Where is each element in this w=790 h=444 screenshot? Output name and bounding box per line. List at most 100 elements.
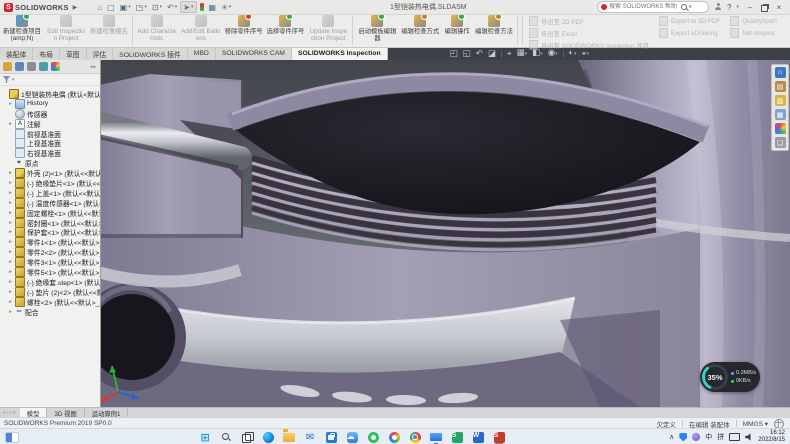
tree-item[interactable]: ▸外壳 (2)<1> (默认<<默认>_显示状 — [0, 168, 100, 178]
new-document-button[interactable]: ▢ — [105, 1, 117, 13]
zoom-area-icon[interactable]: ◱ — [463, 47, 471, 60]
units-selector[interactable]: MMGS ▾ — [743, 420, 768, 428]
volume-icon[interactable] — [745, 433, 753, 441]
expand-arrow-icon[interactable]: ▸ — [8, 239, 13, 245]
store-icon[interactable] — [325, 431, 337, 443]
expand-arrow-icon[interactable]: ▸ — [8, 220, 13, 226]
new-inspection-project-button[interactable]: 新建检查项目 (amp;N) — [0, 14, 44, 47]
logo-menu-arrow[interactable]: ▶ — [73, 4, 78, 11]
edit-inspection-method-button[interactable]: 编辑检查方法 — [473, 14, 515, 47]
network-icon[interactable] — [729, 433, 740, 441]
tab-solidworks-inspection[interactable]: SOLIDWORKS Inspection — [292, 47, 388, 60]
view-orientation-icon[interactable]: ▦▾ — [517, 46, 528, 61]
launch-template-editor-button[interactable]: 启动模板编辑器 — [355, 14, 399, 47]
expand-arrow-icon[interactable]: ▸ — [8, 170, 13, 176]
task-view-button[interactable] — [241, 431, 253, 443]
undo-button[interactable]: ↶▾ — [165, 1, 179, 13]
property-manager-tab[interactable] — [15, 62, 24, 71]
select-button[interactable]: ➤▾ — [180, 1, 196, 13]
expand-arrow-icon[interactable]: ▸ — [8, 229, 13, 235]
mail-icon[interactable]: ✉ — [304, 431, 316, 443]
viewport-3d-model[interactable] — [0, 60, 790, 407]
tree-item[interactable]: ▸(-) 绝缘垫片<1> (默认<<默认>_显 — [0, 178, 100, 188]
tree-item[interactable]: ▸密封圈<1> (默认<<默认>_显示状 — [0, 218, 100, 228]
tree-item[interactable]: ▸螺栓<2> (默认<<默认>_显示状态 — [0, 297, 100, 307]
tree-item[interactable]: ▸零件3<1> (默认<<默认>_显示状态 — [0, 257, 100, 267]
expand-arrow-icon[interactable]: ▸ — [8, 269, 13, 275]
tree-item[interactable]: ▸固定螺栓<1> (默认<<默认>_显示 — [0, 208, 100, 218]
select-balloons-button[interactable]: 选择零件序号 — [265, 14, 307, 47]
expand-arrow-icon[interactable]: ▸ — [8, 190, 13, 196]
section-view-icon[interactable]: ◪ — [488, 47, 496, 60]
expand-arrow-icon[interactable]: ▸ — [8, 289, 13, 295]
custom-properties-icon[interactable]: ❏ — [775, 137, 786, 148]
tree-root-item[interactable]: 1型铠装热电偶 (默认<默认_显示状态-1 — [0, 89, 100, 99]
taskbar-clock[interactable]: 16:12 2022/8/15 — [758, 430, 785, 444]
options-button[interactable]: ✳▾ — [219, 1, 233, 13]
tree-item[interactable]: ▸(-) 绝缘套.step<1> (默认<<默认> — [0, 277, 100, 287]
ime-language-indicator[interactable]: 中 — [705, 432, 712, 442]
display-settings-button[interactable]: ▦ — [207, 1, 219, 13]
tree-item[interactable]: ▸History — [0, 99, 100, 109]
expand-arrow-icon[interactable]: ▸ — [8, 180, 13, 186]
dimxpert-manager-tab[interactable] — [39, 62, 48, 71]
rebuild-button[interactable] — [198, 1, 206, 13]
tree-item[interactable]: ▸零件5<1> (默认<<默认>_显示状态 — [0, 267, 100, 277]
remove-balloons-button[interactable]: 移除零件序号 — [223, 14, 265, 47]
tree-item[interactable]: ▸零件2<2> (默认<<默认>_显示状态 — [0, 247, 100, 257]
close-button[interactable]: × — [773, 3, 785, 12]
tree-item[interactable]: 前视基准面 — [0, 129, 100, 139]
display-manager-tab[interactable] — [51, 62, 60, 71]
tab-评估[interactable]: 评估 — [87, 47, 114, 60]
tree-item[interactable]: ⌖原点 — [0, 158, 100, 168]
search-input[interactable] — [609, 3, 679, 11]
start-button[interactable]: ⊞ — [199, 431, 211, 443]
weather-app-icon[interactable]: ☁ — [346, 431, 358, 443]
word-app-icon[interactable]: W — [472, 431, 484, 443]
tree-item[interactable]: ▸(-) 温度传感器<1> (默认<<默认>_ — [0, 198, 100, 208]
language-globe-icon[interactable] — [774, 419, 784, 429]
filter-dropdown-icon[interactable]: ▾ — [12, 77, 15, 83]
save-button[interactable]: ◳▾ — [134, 1, 149, 13]
widgets-icon[interactable] — [5, 432, 19, 443]
remote-monitor-app-icon[interactable] — [430, 431, 442, 443]
tree-item[interactable]: ▸∞配合 — [0, 307, 100, 317]
search-icon[interactable] — [681, 4, 687, 10]
feature-manager-tab[interactable] — [3, 62, 12, 71]
expand-arrow-icon[interactable]: ▸ — [8, 101, 13, 107]
tray-app-icon[interactable] — [692, 433, 700, 441]
search-button[interactable] — [220, 431, 232, 443]
edge-browser-icon[interactable] — [262, 431, 274, 443]
help-dropdown-icon[interactable]: ▾ — [736, 4, 739, 10]
tree-item[interactable]: ▸(-) 上盖<1> (默认<<默认>_显示状 — [0, 188, 100, 198]
open-button[interactable]: ▣▾ — [118, 1, 133, 13]
chrome-icon[interactable] — [409, 431, 421, 443]
design-library-icon[interactable]: ▤ — [775, 81, 786, 92]
tab-solidworks-cam[interactable]: SOLIDWORKS CAM — [216, 47, 292, 60]
help-search-box[interactable]: ▾ — [597, 1, 709, 13]
wps-app-icon[interactable]: S — [451, 431, 463, 443]
tree-item[interactable]: 上视基准面 — [0, 138, 100, 148]
expand-arrow-icon[interactable]: ▸ — [8, 121, 13, 127]
restore-button[interactable] — [761, 4, 768, 11]
solidworks-taskbar-icon[interactable]: S — [493, 431, 505, 443]
appearances-icon[interactable] — [775, 123, 786, 134]
search-dropdown-icon[interactable]: ▾ — [689, 4, 692, 10]
home-button[interactable]: ⌂ — [95, 1, 104, 13]
expand-arrow-icon[interactable]: ▸ — [8, 249, 13, 255]
configuration-manager-tab[interactable] — [27, 62, 36, 71]
tree-item[interactable]: 右视基准面 — [0, 148, 100, 158]
edit-inspection-methods-button[interactable]: 编辑检查方式 — [399, 14, 441, 47]
expand-arrow-icon[interactable]: ▸ — [8, 259, 13, 265]
panel-tab-arrows[interactable]: ◂▸ — [90, 64, 97, 70]
zoom-fit-icon[interactable]: ◰ — [450, 47, 458, 60]
tab-mbd[interactable]: MBD — [188, 47, 216, 60]
tree-item[interactable]: ▸A注解 — [0, 119, 100, 129]
print-button[interactable]: ⊡▾ — [150, 1, 164, 13]
expand-arrow-icon[interactable]: ▸ — [8, 309, 13, 315]
minimize-button[interactable]: – — [744, 3, 756, 12]
tree-item[interactable]: ▸零件1<1> (默认<<默认>_显示状态 — [0, 237, 100, 247]
tree-item[interactable]: ▸(-) 垫片 (2)<2> (默认<<默认>_显 — [0, 287, 100, 297]
defender-shield-icon[interactable] — [679, 433, 687, 442]
help-button[interactable]: ? — [727, 3, 731, 12]
